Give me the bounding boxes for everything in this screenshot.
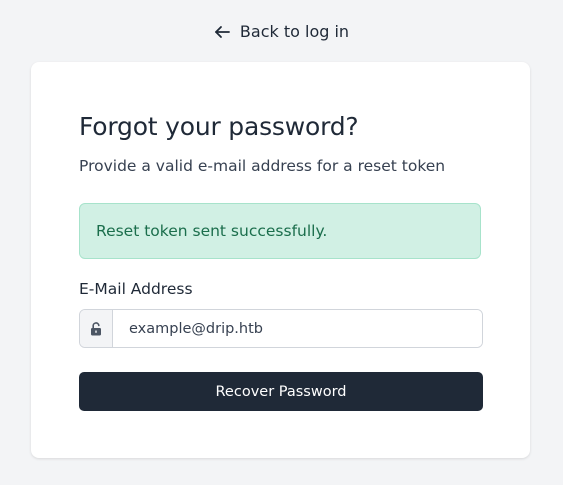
success-alert: Reset token sent successfully. <box>79 203 481 259</box>
back-to-login-label: Back to log in <box>239 22 350 41</box>
page-title: Forgot your password? <box>79 112 359 141</box>
email-label: E-Mail Address <box>79 280 193 298</box>
page-subtitle: Provide a valid e-mail address for a res… <box>79 157 446 175</box>
success-alert-message: Reset token sent successfully. <box>96 222 328 240</box>
email-input[interactable] <box>113 310 482 347</box>
email-input-group <box>79 309 483 348</box>
forgot-password-card: Forgot your password? Provide a valid e-… <box>31 62 530 458</box>
back-to-login-link[interactable]: Back to log in <box>0 22 563 41</box>
recover-password-button[interactable]: Recover Password <box>79 372 483 411</box>
unlock-icon <box>80 310 113 347</box>
arrow-left-icon <box>214 25 230 39</box>
